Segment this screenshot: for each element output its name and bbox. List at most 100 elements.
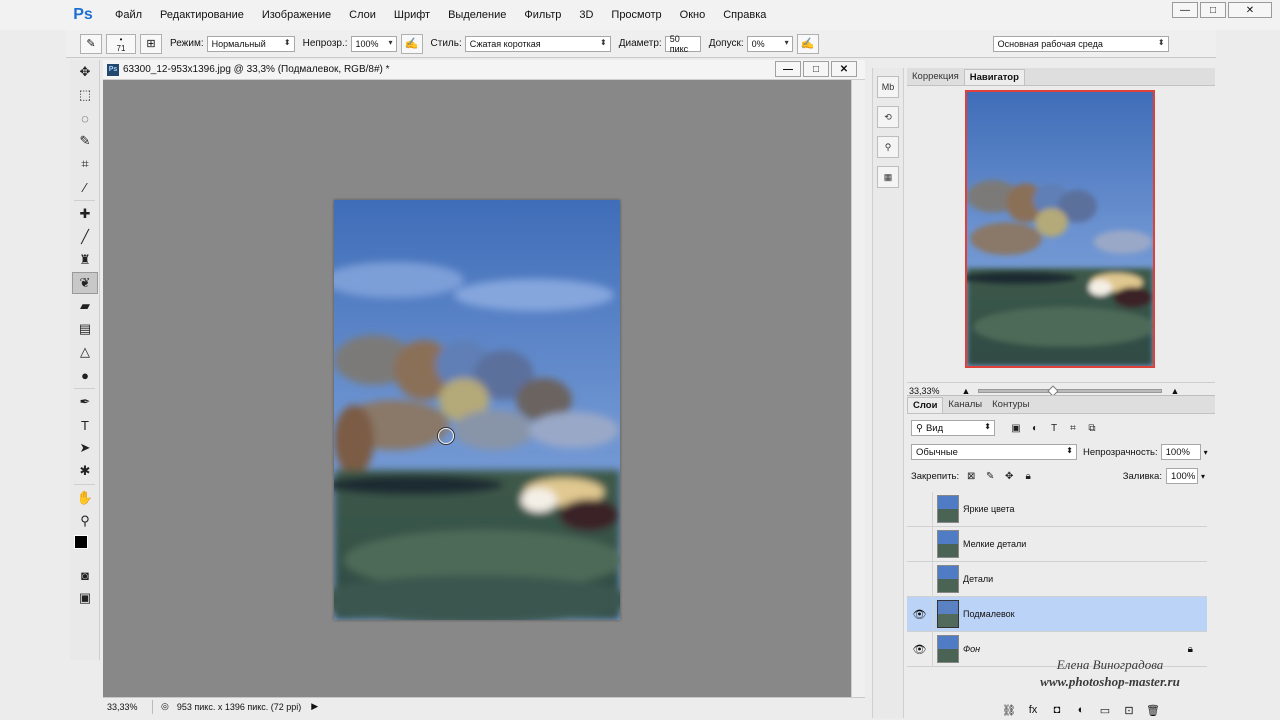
- hand-tool-icon[interactable]: ✋: [72, 487, 98, 509]
- fill-input[interactable]: 100%: [1165, 468, 1198, 484]
- screen-mode-icon[interactable]: ▣: [72, 587, 98, 609]
- document-tab[interactable]: Ps 63300_12-953x1396.jpg @ 33,3% (Подмал…: [103, 60, 865, 80]
- brush-tool-icon[interactable]: ╱: [72, 226, 98, 248]
- tab-layers[interactable]: Слои: [907, 397, 944, 413]
- pressure-size-icon[interactable]: ✍: [796, 33, 819, 54]
- visibility-toggle[interactable]: [907, 526, 933, 562]
- zoom-level[interactable]: 33,33%: [103, 699, 153, 714]
- tab-channels[interactable]: Каналы: [943, 397, 987, 413]
- visibility-toggle[interactable]: [907, 561, 933, 597]
- tolerance-input[interactable]: 0% ▾: [746, 35, 793, 52]
- layer-row-selected[interactable]: 👁︎ Подмалевок: [907, 596, 1207, 632]
- menu-edit[interactable]: Редактирование: [151, 0, 253, 30]
- menu-select[interactable]: Выделение: [439, 0, 515, 30]
- eye-icon[interactable]: 👁︎: [907, 596, 933, 632]
- pressure-opacity-icon[interactable]: ✍: [400, 33, 423, 54]
- trash-icon[interactable]: 🗑︎: [1141, 704, 1165, 717]
- layer-name[interactable]: Подмалевок: [963, 609, 1015, 619]
- add-mask-icon[interactable]: ◘: [1045, 704, 1069, 717]
- tab-paths[interactable]: Контуры: [987, 397, 1034, 413]
- lock-transparency-icon[interactable]: ⊠: [964, 469, 978, 483]
- link-layers-icon[interactable]: ⛓: [997, 704, 1021, 717]
- lock-position-icon[interactable]: ✥: [1002, 469, 1016, 483]
- blur-tool-icon[interactable]: △: [72, 341, 98, 363]
- diameter-input[interactable]: 50 пикс: [664, 34, 701, 54]
- doc-restore-button[interactable]: □: [803, 61, 829, 77]
- workspace-select[interactable]: Основная рабочая среда ⬍: [992, 35, 1169, 52]
- shape-tool-icon[interactable]: ✱: [72, 460, 98, 482]
- gradient-tool-icon[interactable]: ▤: [72, 318, 98, 340]
- crop-tool-icon[interactable]: ⌗: [72, 153, 98, 175]
- history-icon[interactable]: ⟲: [877, 106, 899, 128]
- foreground-color-swatch[interactable]: [74, 535, 88, 549]
- doc-close-button[interactable]: ✕: [831, 61, 857, 77]
- opacity-input[interactable]: 100% ▾: [350, 35, 397, 52]
- shape-filter-icon[interactable]: ⌗: [1066, 421, 1080, 435]
- brush-size-picker[interactable]: • 71: [106, 33, 136, 54]
- eye-icon[interactable]: 👁︎: [907, 631, 933, 667]
- healing-brush-tool-icon[interactable]: ✚: [72, 203, 98, 225]
- eraser-tool-icon[interactable]: ▰: [72, 295, 98, 317]
- layer-row[interactable]: Мелкие детали: [907, 526, 1207, 562]
- zoom-tool-icon[interactable]: ⚲: [72, 510, 98, 532]
- menu-image[interactable]: Изображение: [253, 0, 340, 30]
- navigator-view-box[interactable]: [965, 90, 1155, 368]
- maximize-button[interactable]: □: [1200, 2, 1226, 18]
- layer-name[interactable]: Яркие цвета: [963, 504, 1015, 514]
- layer-filter-select[interactable]: ⚲ Вид ⬍: [911, 420, 995, 436]
- type-filter-icon[interactable]: T: [1047, 421, 1061, 435]
- vertical-scrollbar[interactable]: [851, 80, 865, 697]
- menu-3d[interactable]: 3D: [570, 0, 602, 30]
- layer-name[interactable]: Детали: [963, 574, 993, 584]
- lasso-tool-icon[interactable]: ◌: [72, 107, 98, 129]
- mini-bridge-icon[interactable]: Mb: [877, 76, 899, 98]
- menu-type[interactable]: Шрифт: [385, 0, 439, 30]
- menu-filter[interactable]: Фильтр: [515, 0, 570, 30]
- brush-panel-toggle-icon[interactable]: ⊞: [140, 33, 162, 54]
- pen-tool-icon[interactable]: ✒: [72, 391, 98, 413]
- layer-opacity-input[interactable]: 100%: [1160, 444, 1201, 460]
- new-layer-icon[interactable]: ⊡: [1117, 704, 1141, 717]
- type-tool-icon[interactable]: T: [72, 414, 98, 436]
- art-history-brush-tool-icon[interactable]: ❦: [72, 272, 98, 294]
- visibility-toggle[interactable]: [907, 491, 933, 527]
- minimize-button[interactable]: —: [1172, 2, 1198, 18]
- canvas-image[interactable]: [334, 200, 620, 620]
- navigator-zoom-value[interactable]: 33,33%: [909, 386, 940, 396]
- blend-mode-select[interactable]: Обычные ⬍: [911, 444, 1077, 460]
- menu-help[interactable]: Справка: [714, 0, 775, 30]
- quick-selection-tool-icon[interactable]: ✎: [72, 130, 98, 152]
- clone-stamp-tool-icon[interactable]: ♜: [72, 249, 98, 271]
- quick-mask-icon[interactable]: ◙: [72, 564, 98, 586]
- pixel-filter-icon[interactable]: ▣: [1009, 421, 1023, 435]
- layer-style-icon[interactable]: fx: [1021, 704, 1045, 717]
- usb-icon[interactable]: ⚲: [877, 136, 899, 158]
- menu-view[interactable]: Просмотр: [602, 0, 670, 30]
- dodge-tool-icon[interactable]: ●: [72, 364, 98, 386]
- marquee-tool-icon[interactable]: ⬚: [72, 84, 98, 106]
- menu-window[interactable]: Окно: [671, 0, 715, 30]
- style-select[interactable]: Сжатая короткая ⬍: [464, 35, 611, 52]
- layer-row[interactable]: Яркие цвета: [907, 491, 1207, 527]
- chevron-down-icon[interactable]: ▾: [1201, 472, 1205, 481]
- layer-name[interactable]: Мелкие детали: [963, 539, 1026, 549]
- zoom-out-icon[interactable]: ▲: [962, 386, 971, 396]
- eyedropper-tool-icon[interactable]: ⁄: [72, 176, 98, 198]
- lock-pixels-icon[interactable]: ✎: [983, 469, 997, 483]
- status-menu-arrow-icon[interactable]: ▶: [311, 701, 318, 712]
- canvas-area[interactable]: [103, 80, 851, 697]
- chevron-down-icon[interactable]: ▾: [1204, 448, 1208, 457]
- status-info-icon[interactable]: ◎: [161, 701, 169, 712]
- path-selection-tool-icon[interactable]: ➤: [72, 437, 98, 459]
- layer-name[interactable]: Фон: [963, 644, 980, 654]
- close-button[interactable]: ✕: [1228, 2, 1272, 18]
- adjustment-layer-icon[interactable]: ◐: [1069, 704, 1093, 717]
- tab-navigator[interactable]: Навигатор: [963, 69, 1025, 85]
- layer-row[interactable]: Детали: [907, 561, 1207, 597]
- move-tool-icon[interactable]: ✥: [72, 61, 98, 83]
- properties-icon[interactable]: ▦: [877, 166, 899, 188]
- zoom-slider[interactable]: [978, 384, 1163, 397]
- menu-file[interactable]: Файл: [106, 0, 151, 30]
- color-swatches-icon[interactable]: [72, 533, 98, 563]
- adjustment-filter-icon[interactable]: ◐: [1028, 421, 1042, 435]
